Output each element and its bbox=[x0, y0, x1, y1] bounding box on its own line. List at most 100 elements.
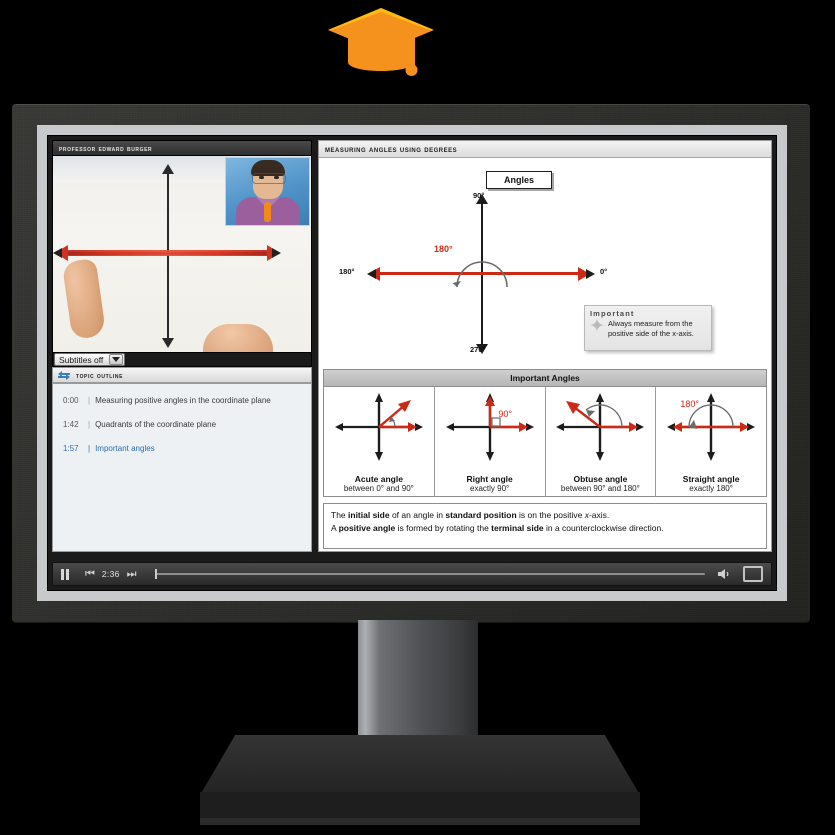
right-angle-diagram bbox=[445, 393, 534, 461]
outline-divider: | bbox=[88, 444, 91, 453]
angle-cell-caption: Obtuse angle between 90° and 180° bbox=[546, 474, 656, 494]
angle-cell-obtuse: Obtuse angle between 90° and 180° bbox=[546, 387, 657, 497]
list-item[interactable]: 1:57 | Important angles bbox=[53, 444, 311, 453]
previous-button[interactable]: ⏮ bbox=[85, 568, 95, 581]
fullscreen-button[interactable] bbox=[743, 566, 763, 582]
angle-name: Obtuse angle bbox=[573, 474, 628, 484]
footnote-b4: terminal side bbox=[491, 522, 544, 533]
tooltip-heading: Important bbox=[590, 309, 635, 318]
plane-arc-label: 180° bbox=[434, 244, 453, 254]
tooltip-body: Always measure from the positive side of… bbox=[608, 319, 694, 338]
footnote-p1: The bbox=[331, 510, 349, 520]
footnote-p5: A bbox=[331, 522, 339, 533]
pip-glasses bbox=[252, 173, 286, 184]
outline-item-time: 0:00 bbox=[63, 396, 79, 405]
footnote-p3: is on the positive bbox=[516, 510, 585, 520]
angles-chip: Angles bbox=[486, 171, 552, 189]
straight-angle-measure: 180° bbox=[680, 399, 700, 409]
topic-outline-title: Topic Outline bbox=[76, 370, 124, 380]
outline-item-label: Quadrants of the coordinate plane bbox=[95, 420, 217, 429]
angle-name: Right angle bbox=[466, 474, 513, 484]
video-black-arrow-right bbox=[272, 248, 281, 258]
important-tooltip: Important ✦ Always measure from the posi… bbox=[584, 305, 712, 351]
outline-item-time: 1:42 bbox=[63, 420, 79, 429]
angle-desc: between 90° and 180° bbox=[560, 484, 640, 493]
outline-divider: | bbox=[88, 396, 91, 405]
angle-cell-caption: Straight angle exactly 180° bbox=[656, 474, 766, 494]
important-angles-title: Important Angles bbox=[510, 373, 580, 383]
monitor-screen: Professor Edward Burger bbox=[37, 125, 787, 601]
straight-angle-diagram bbox=[667, 393, 756, 461]
star-icon: ✦ bbox=[589, 316, 605, 337]
next-button[interactable]: ⏭ bbox=[127, 568, 137, 581]
video-black-arrow-left bbox=[53, 248, 62, 258]
plane-label-270: 270° bbox=[470, 345, 486, 354]
footnote-p4: -axis. bbox=[588, 510, 610, 520]
angle-name: Straight angle bbox=[682, 474, 740, 484]
plane-label-90: 90° bbox=[473, 191, 485, 200]
footnote-text: The initial side of an angle in standard… bbox=[323, 503, 767, 549]
chevron-down-icon[interactable] bbox=[109, 354, 124, 365]
important-angles-header: Important Angles bbox=[324, 370, 766, 387]
video-vertical-axis bbox=[162, 164, 174, 348]
pause-button[interactable] bbox=[61, 568, 71, 580]
monitor-bezel: Professor Edward Burger bbox=[12, 104, 810, 623]
player-panes: Professor Edward Burger bbox=[52, 140, 772, 552]
screenshot-root: Professor Edward Burger bbox=[0, 0, 835, 835]
footnote-b2: standard position bbox=[445, 510, 517, 520]
angle-cell-acute: Acute angle between 0° and 90° bbox=[324, 387, 435, 497]
angle-desc: exactly 90° bbox=[470, 484, 510, 493]
list-item[interactable]: 0:00 | Measuring positive angles in the … bbox=[53, 396, 311, 405]
player-controls: ⏮ 2:36 ⏭ bbox=[52, 562, 772, 586]
footnote-b1: initial side bbox=[348, 510, 390, 520]
video-red-line bbox=[67, 250, 269, 256]
topic-outline-icon bbox=[58, 370, 70, 380]
video-stage[interactable] bbox=[52, 156, 312, 352]
time-display: 2:36 bbox=[101, 569, 120, 579]
plane-black-arrow-right bbox=[586, 269, 595, 279]
graduation-cap-logo bbox=[322, 4, 440, 80]
page-title: Measuring Angles Using Degrees bbox=[325, 144, 458, 154]
angles-chip-label: Angles bbox=[503, 175, 534, 185]
monitor-stand-base-top bbox=[200, 735, 640, 795]
professor-video-thumbnail[interactable] bbox=[225, 157, 310, 226]
important-angles-table: Important Angles Acute angle between 0° … bbox=[323, 369, 767, 497]
angle-cell-straight: 180° Straight angle exactly 180° bbox=[656, 387, 766, 497]
monitor-stand-base-front bbox=[200, 792, 640, 818]
topic-outline-header: Topic Outline bbox=[52, 367, 312, 383]
obtuse-angle-diagram bbox=[556, 393, 645, 461]
pip-eye-left bbox=[259, 176, 264, 179]
plane-label-180: 180° bbox=[339, 267, 355, 276]
subtitles-value: Subtitles off bbox=[59, 354, 104, 365]
plane-angle-arc bbox=[452, 261, 508, 288]
video-title: Professor Edward Burger bbox=[59, 143, 153, 153]
slide-title-bar: Measuring Angles Using Degrees bbox=[319, 141, 771, 158]
acute-angle-diagram bbox=[334, 393, 423, 461]
outline-item-label: Measuring positive angles in the coordin… bbox=[95, 396, 271, 405]
seek-bar[interactable] bbox=[154, 569, 705, 579]
list-item[interactable]: 1:42 | Quadrants of the coordinate plane bbox=[53, 420, 311, 429]
topic-outline-list: 0:00 | Measuring positive angles in the … bbox=[52, 383, 312, 552]
angle-desc: between 0° and 90° bbox=[343, 484, 414, 493]
subtitles-dropdown[interactable]: Subtitles off bbox=[54, 353, 126, 366]
angle-cell-caption: Acute angle between 0° and 90° bbox=[324, 474, 434, 494]
volume-icon[interactable] bbox=[717, 568, 733, 580]
pip-tie bbox=[264, 202, 271, 222]
outline-divider: | bbox=[88, 420, 91, 429]
footnote-p6: is formed by rotating the bbox=[395, 522, 492, 533]
slide-panel: Measuring Angles Using Degrees Angles bbox=[318, 140, 772, 552]
video-player: Professor Edward Burger bbox=[47, 135, 777, 591]
instructor-hand-right bbox=[203, 324, 273, 352]
pip-eye-right bbox=[274, 176, 279, 179]
angle-name: Acute angle bbox=[354, 474, 403, 484]
angle-desc: exactly 180° bbox=[689, 484, 733, 493]
outline-item-time: 1:57 bbox=[63, 444, 79, 453]
angle-cell-right: 90° Right angle exactly 90° bbox=[435, 387, 546, 497]
footnote-b3: positive angle bbox=[338, 522, 396, 533]
seek-handle[interactable] bbox=[154, 569, 157, 579]
important-angles-grid: Acute angle between 0° and 90° 90° Right… bbox=[324, 387, 766, 497]
plane-black-arrow-left bbox=[367, 269, 376, 279]
footnote-p2: of an angle in bbox=[389, 510, 446, 520]
angle-cell-caption: Right angle exactly 90° bbox=[435, 474, 545, 494]
right-angle-measure: 90° bbox=[498, 409, 513, 419]
